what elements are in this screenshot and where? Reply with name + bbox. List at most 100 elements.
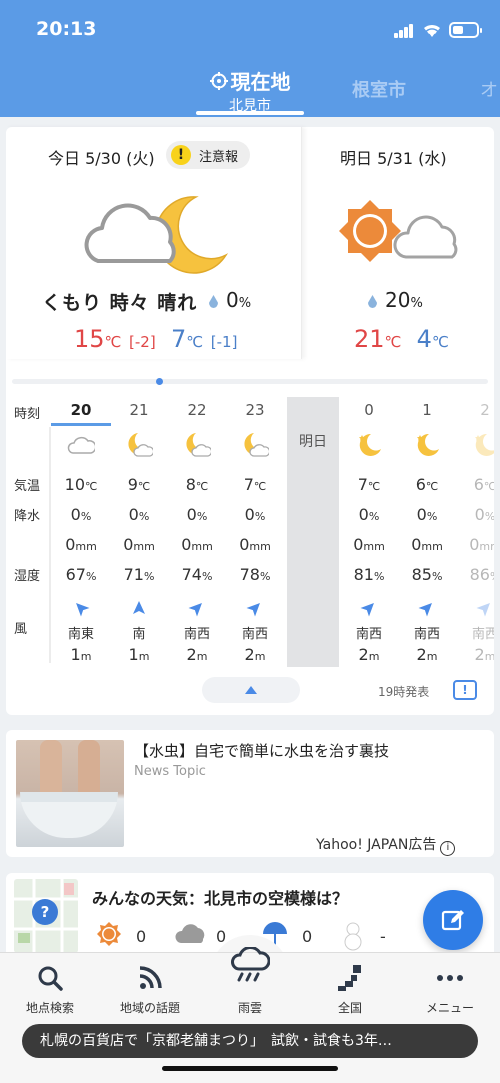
tab-current-location[interactable]: 現在地 北見市 <box>196 66 304 115</box>
tomorrow-precip: 20% <box>368 288 423 312</box>
drop-icon <box>368 295 377 308</box>
wind-arrow-icon <box>246 603 260 617</box>
japan-map-icon <box>338 965 361 991</box>
hour-temp: 6℃ <box>473 475 494 494</box>
hour-label: 21 <box>129 401 149 419</box>
rss-icon <box>139 966 162 989</box>
feedback-icon[interactable]: ! <box>453 680 477 700</box>
wind-direction: 南西 <box>355 627 382 642</box>
hour-temp: 10℃ <box>64 475 98 494</box>
wind-speed: 2m <box>474 645 494 664</box>
hour-label: 23 <box>245 401 265 419</box>
ad-image[interactable] <box>16 740 124 847</box>
home-indicator <box>162 1066 338 1071</box>
hour-humidity: 74% <box>181 565 213 584</box>
nav-local-topics-label: 地域の話題 <box>119 1001 180 1015</box>
tomorrow-label: 明日 <box>299 434 327 450</box>
snow-count: - <box>380 927 386 946</box>
edit-icon <box>441 910 464 931</box>
hour-temp: 9℃ <box>127 475 151 494</box>
snowman-icon <box>344 922 362 951</box>
tab-underline <box>196 111 304 115</box>
current-hour-marker <box>51 423 111 426</box>
ad-card[interactable]: 【水虫】自宅で簡単に水虫を治す裏技 News Topic Yahoo! JAPA… <box>6 730 494 857</box>
hour-label: 1 <box>422 401 432 419</box>
hour-temp: 7℃ <box>243 475 267 494</box>
warning-badge[interactable]: ! 注意報 <box>166 141 251 169</box>
wind-direction: 南西 <box>471 627 494 642</box>
hour-precip-mm: 0mm <box>469 535 494 554</box>
wind-arrow-icon <box>418 603 432 617</box>
label-time: 時刻 <box>14 407 41 422</box>
tomorrow-separator: 明日 <box>287 397 339 667</box>
bottom-nav: 地点検索 地域の話題 雨雲 全国 メニュー <box>0 947 500 1083</box>
published-time: 19時発表 <box>378 685 430 699</box>
hour-humidity: 78% <box>239 565 271 584</box>
news-ticker[interactable]: 札幌の百貨店で「京都老舗まつり」 試飲・試食も3年… <box>22 1024 478 1058</box>
hour-precip: 0% <box>128 505 150 524</box>
hour-precip-mm: 0mm <box>123 535 155 554</box>
wind-direction: 南 <box>132 627 146 642</box>
tab-next[interactable]: オ <box>480 76 498 102</box>
rain-count: 0 <box>302 927 313 946</box>
hourly-forecast[interactable]: 時刻 気温 降水 湿度 風 明日 20 10℃ 0% 0mm 67% 南東 1m 21 9℃ 0%… <box>6 397 494 667</box>
hour-humidity: 85% <box>411 565 443 584</box>
drop-icon <box>209 295 218 308</box>
moon-star-icon <box>355 431 383 459</box>
hour-column: 21 9℃ 0% 0mm 71% 南 1m <box>110 397 168 667</box>
hour-humidity: 81% <box>353 565 385 584</box>
wind-speed: 2m <box>416 645 438 664</box>
hour-humidity: 67% <box>65 565 97 584</box>
wind-speed: 1m <box>70 645 92 664</box>
ad-footer[interactable]: Yahoo! JAPAN広告 i <box>316 834 456 856</box>
moon-cloud-icon <box>125 431 155 459</box>
wind-direction: 南西 <box>413 627 440 642</box>
hour-temp: 6℃ <box>415 475 439 494</box>
hour-precip-mm: 0mm <box>239 535 271 554</box>
info-icon[interactable]: i <box>440 841 456 856</box>
collapse-button[interactable] <box>202 677 300 703</box>
search-icon <box>38 966 63 991</box>
wind-speed: 1m <box>128 645 150 664</box>
signal-icon <box>394 24 414 38</box>
nav-menu-label: メニュー <box>425 1001 474 1015</box>
hour-temp: 7℃ <box>357 475 381 494</box>
scroll-indicator[interactable] <box>12 378 488 385</box>
hour-precip-mm: 0mm <box>65 535 97 554</box>
scroll-thumb[interactable] <box>156 378 163 385</box>
tomorrow-date: 明日 5/31 (水) <box>340 149 447 168</box>
warning-icon: ! <box>171 145 191 165</box>
hour-humidity: 86% <box>469 565 494 584</box>
hour-column: 2 6℃ 0% 0mm 86% 南西 2m <box>456 397 494 667</box>
today-condition: くもり 時々 晴れ <box>42 292 198 314</box>
hour-column: 1 6℃ 0% 0mm 85% 南西 2m <box>398 397 456 667</box>
hour-precip: 0% <box>416 505 438 524</box>
today-panel[interactable]: 今日 5/30 (火) ! 注意報 くもり 時々 晴れ 0% 15℃ [-2] 7… <box>6 127 302 359</box>
ad-title[interactable]: 【水虫】自宅で簡単に水虫を治す裏技 <box>134 740 389 761</box>
wind-speed: 2m <box>358 645 380 664</box>
label-temp: 気温 <box>14 479 41 494</box>
status-bar: 20:13 <box>0 0 500 62</box>
hour-precip: 0% <box>186 505 208 524</box>
hour-precip-mm: 0mm <box>411 535 443 554</box>
community-title: みんなの天気：北見市の空模様は？ <box>92 889 349 908</box>
wind-direction: 南西 <box>183 627 210 642</box>
today-date: 今日 5/30 (火) <box>48 149 155 168</box>
label-precip: 降水 <box>14 509 41 524</box>
clock: 20:13 <box>36 18 97 40</box>
ad-source: News Topic <box>134 764 206 779</box>
nav-nationwide-label: 全国 <box>337 1001 362 1015</box>
cloud-icon <box>67 431 97 459</box>
more-icon <box>437 975 463 981</box>
moon-cloud-icon <box>183 431 213 459</box>
wind-arrow-icon <box>360 603 374 617</box>
today-temps: 15℃ [-2] 7℃ [-1] <box>74 325 238 353</box>
compose-button[interactable] <box>423 890 483 950</box>
hour-column: 20 10℃ 0% 0mm 67% 南東 1m <box>52 397 110 667</box>
wind-arrow-icon <box>188 603 202 617</box>
hour-label: 20 <box>70 401 92 419</box>
wind-direction: 南東 <box>67 627 94 642</box>
nav-rain-radar-label: 雨雲 <box>237 1001 262 1015</box>
tab-nemuro[interactable]: 根室市 <box>352 76 422 102</box>
question-pin-icon: ? <box>32 899 58 925</box>
